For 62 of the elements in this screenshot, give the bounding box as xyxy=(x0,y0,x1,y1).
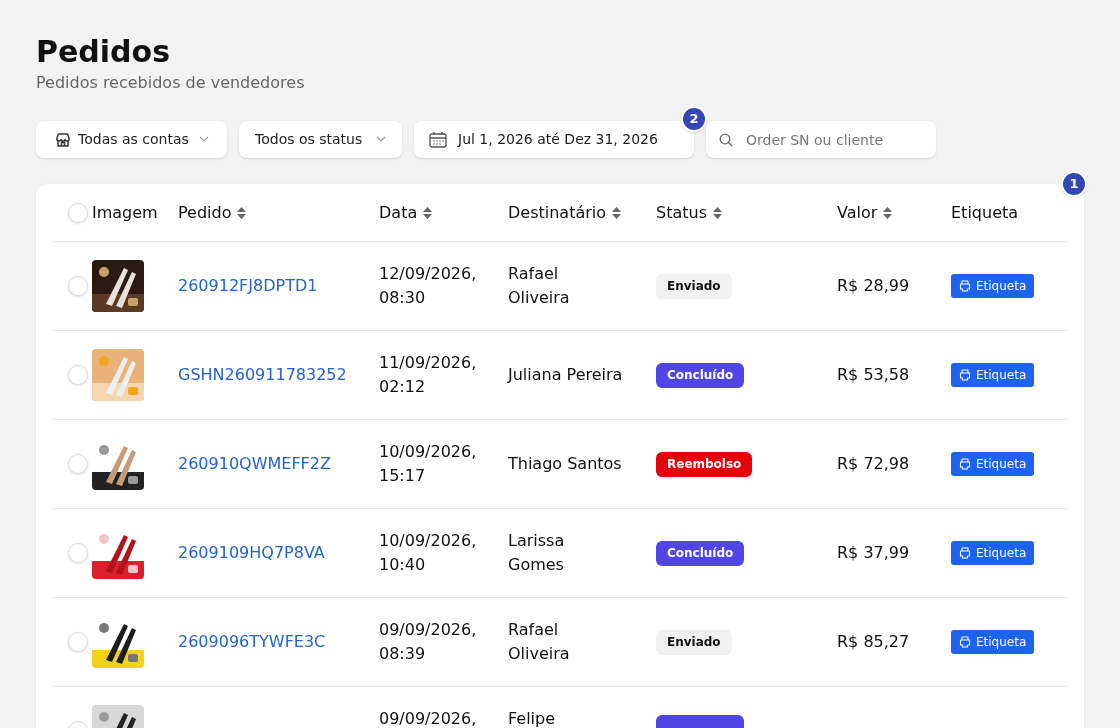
recipient-cell-text: Larissa Gomes xyxy=(508,530,566,576)
order-link[interactable]: GSHN260911783252 xyxy=(178,365,347,384)
order-link[interactable]: 2609109HQ7P8VA xyxy=(178,543,325,562)
value-cell: R$ 72,98 xyxy=(837,454,910,473)
order-link[interactable]: 260912FJ8DPTD1 xyxy=(178,276,318,295)
column-header[interactable]: Destinatário xyxy=(508,200,607,225)
label-button[interactable]: Etiqueta xyxy=(951,274,1035,298)
date-cell-text: 11/09/2026, 02:12 xyxy=(379,352,478,398)
column-header[interactable]: Data xyxy=(379,200,418,225)
date-cell-text: 10/09/2026, 10:40 xyxy=(379,530,478,576)
label-button[interactable]: Etiqueta xyxy=(951,452,1035,476)
status-badge: Concluído xyxy=(656,541,745,566)
date-cell-text: 09/09/2026, 08:39 xyxy=(379,619,478,665)
value-cell: R$ 37,99 xyxy=(837,543,910,562)
chevron-down-icon xyxy=(376,136,386,143)
store-icon xyxy=(54,130,72,149)
column-header[interactable]: Valor xyxy=(837,200,878,225)
search-icon xyxy=(719,133,733,147)
calendar-icon xyxy=(428,129,448,150)
page-subtitle: Pedidos recebidos de vendedores xyxy=(36,72,306,94)
printer-icon xyxy=(959,369,971,381)
column-header[interactable]: Status xyxy=(656,200,707,225)
recipient-cell-text: Rafael Oliveira xyxy=(508,263,571,309)
date-cell-text: 12/09/2026, 08:30 xyxy=(379,263,478,309)
label-button[interactable]: Etiqueta xyxy=(951,630,1035,654)
printer-icon xyxy=(959,458,971,470)
recipient-cell-text: Thiago Santos xyxy=(508,453,623,475)
printer-icon xyxy=(959,547,971,559)
date-cell-text: 10/09/2026, 15:17 xyxy=(379,441,478,487)
row-checkbox[interactable] xyxy=(68,276,88,296)
chevron-down-icon xyxy=(199,136,209,143)
column-header: Etiqueta xyxy=(951,201,1019,224)
row-checkbox[interactable] xyxy=(68,454,88,474)
label-button[interactable]: Etiqueta xyxy=(951,363,1035,387)
date-cell-text: 09/09/2026, xyxy=(379,708,478,728)
status-badge: Enviado xyxy=(656,630,732,655)
value-cell: R$ 85,27 xyxy=(837,632,910,651)
status-badge: Enviado xyxy=(656,274,732,299)
page-title: Pedidos xyxy=(36,34,172,70)
recipient-cell-text: Felipe xyxy=(508,708,557,728)
value-cell: R$ 53,58 xyxy=(837,365,910,384)
row-checkbox[interactable] xyxy=(68,543,88,563)
row-checkbox[interactable] xyxy=(68,632,88,652)
row-checkbox[interactable] xyxy=(68,365,88,385)
value-cell: R$ 28,99 xyxy=(837,276,910,295)
filter-dropdown[interactable]: Todos os status xyxy=(239,121,402,158)
printer-icon xyxy=(959,636,971,648)
step-marker: 2 xyxy=(681,106,707,132)
select-all-checkbox[interactable] xyxy=(68,202,88,223)
filter-dropdown[interactable]: Todas as contas xyxy=(36,121,227,158)
recipient-cell-text: Juliana Pereira xyxy=(508,364,624,386)
search-field[interactable]: Order SN ou cliente xyxy=(706,121,936,158)
column-header[interactable]: Pedido xyxy=(178,200,232,225)
step-marker: 1 xyxy=(1061,171,1087,197)
order-link[interactable]: 260910QWMEFF2Z xyxy=(178,454,331,473)
column-header: Imagem xyxy=(92,201,158,224)
recipient-cell-text: Rafael Oliveira xyxy=(508,619,571,665)
order-link[interactable]: 2609096TYWFE3C xyxy=(178,632,326,651)
status-badge: Reembolso xyxy=(656,452,753,477)
printer-icon xyxy=(959,280,971,292)
status-badge: Concluído xyxy=(656,363,745,388)
label-button[interactable]: Etiqueta xyxy=(951,541,1035,565)
